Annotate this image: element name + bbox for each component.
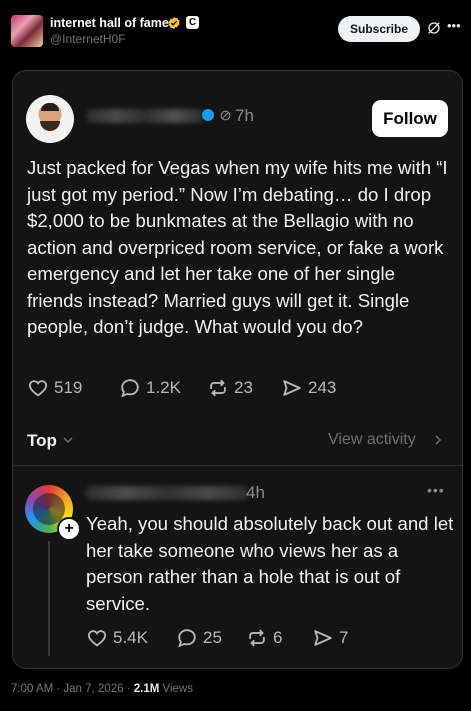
subscribe-button[interactable]: Subscribe [338, 16, 420, 42]
account-handle[interactable]: @InternetH0F [50, 32, 126, 46]
reply-time: 4h [246, 483, 265, 502]
reply-icon [178, 629, 196, 648]
post-text: Just packed for Vegas when my wife hits … [27, 157, 448, 337]
more-icon[interactable]: ••• [447, 18, 461, 33]
thread-line [48, 541, 50, 656]
tweet-header: internet hall of fame C @InternetH0F Sub… [0, 0, 471, 60]
embedded-screenshot: 7h Follow Just packed for Vegas when my … [12, 70, 463, 669]
reply-icon [121, 379, 139, 398]
repost-count: 23 [234, 378, 253, 397]
reply-like-count: 5.4K [113, 628, 148, 647]
reply-reply-stat[interactable]: 25 [176, 626, 222, 650]
share-icon [283, 380, 301, 396]
post-time: 7h [235, 106, 254, 125]
reply-text: Yeah, you should absolutely back out and… [86, 513, 454, 614]
follow-plus-icon[interactable]: + [57, 517, 81, 541]
views-label: Views [159, 683, 193, 695]
grok-icon[interactable] [426, 20, 442, 36]
reply-more-icon[interactable]: ••• [427, 482, 445, 498]
heart-icon [87, 630, 107, 647]
redacted-username [86, 109, 204, 123]
follow-button[interactable]: Follow [372, 100, 448, 137]
repost-icon [210, 379, 226, 397]
account-avatar[interactable] [11, 15, 43, 47]
post-stats: 519 1.2K 23 243 [27, 376, 447, 400]
share-count: 243 [308, 378, 337, 397]
repost-icon [249, 629, 265, 647]
like-stat[interactable]: 519 [27, 376, 82, 400]
share-icon [314, 630, 332, 646]
share-stat[interactable]: 243 [281, 376, 336, 400]
like-count: 519 [54, 378, 83, 397]
verified-dot [202, 109, 214, 121]
verified-icon [168, 16, 180, 30]
sync-icon [220, 110, 231, 121]
heart-icon [28, 380, 48, 397]
chevron-down-icon[interactable] [62, 434, 74, 446]
reply-share-count: 7 [339, 628, 349, 647]
reply-reply-count: 25 [203, 628, 222, 647]
divider [13, 465, 462, 466]
reply-repost-count: 6 [273, 628, 283, 647]
reply-stats: 5.4K 25 6 7 [86, 626, 446, 650]
reply-share-stat[interactable]: 7 [312, 626, 348, 650]
views-count: 2.1M [133, 683, 160, 695]
sort-top[interactable]: Top [27, 431, 57, 451]
reply-like-stat[interactable]: 5.4K [86, 626, 148, 650]
affiliate-badge: C [186, 16, 199, 29]
chevron-right-icon[interactable] [432, 434, 444, 446]
post-avatar [26, 95, 74, 143]
reply-count: 1.2K [146, 378, 181, 397]
tweet-timestamp[interactable]: 7:00 AM · Jan 7, 2026 · [11, 683, 134, 695]
reply-repost-stat[interactable]: 6 [246, 626, 282, 650]
reply-stat[interactable]: 1.2K [119, 376, 181, 400]
tweet-meta: 7:00 AM · Jan 7, 2026 · 2.1M Views [11, 683, 193, 695]
view-activity-link[interactable]: View activity [328, 431, 416, 449]
account-name[interactable]: internet hall of fame [50, 16, 169, 30]
repost-stat[interactable]: 23 [207, 376, 253, 400]
redacted-reply-username [85, 486, 249, 500]
